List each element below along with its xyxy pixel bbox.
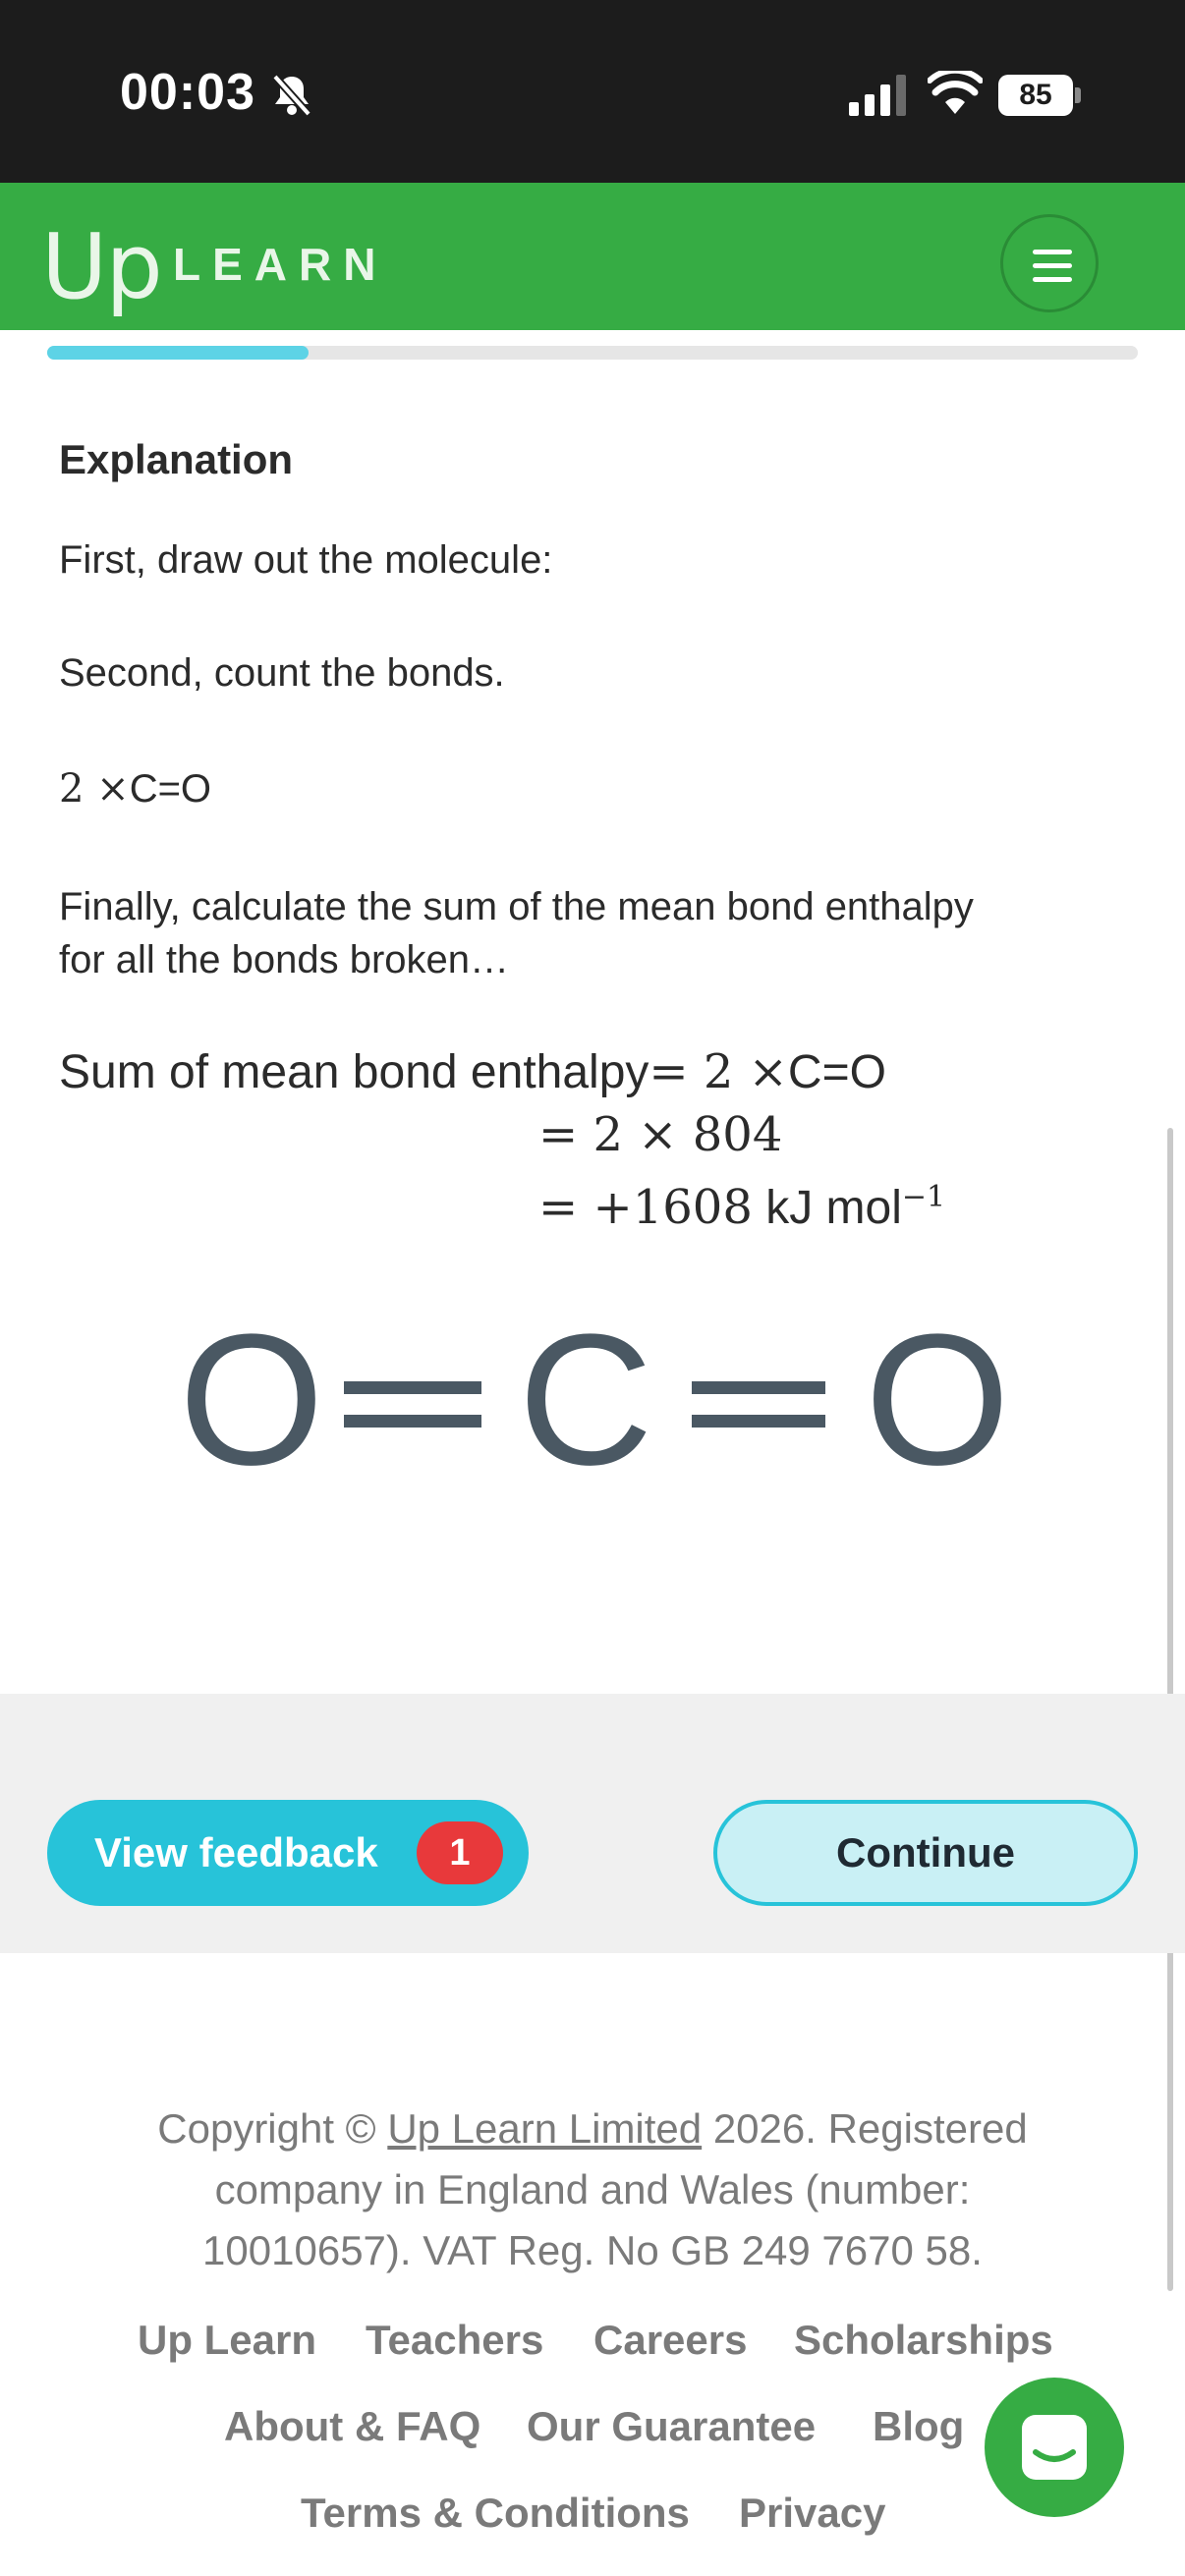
view-feedback-label: View feedback [94,1829,378,1876]
double-bond-line [692,1415,825,1428]
footer-link-scholarships[interactable]: Scholarships [794,2317,1053,2364]
progress-fill [47,346,310,360]
company-link[interactable]: Up Learn Limited [387,2105,702,2152]
explanation-heading: Explanation [59,436,294,482]
feedback-count-badge: 1 [417,1821,503,1884]
sum-eq3-math: = +1608 [538,1180,753,1235]
copyright-prefix: Copyright © [157,2105,376,2152]
battery-level: 85 [998,75,1073,116]
sum-eq3-exponent: −1 [901,1180,946,1214]
battery-indicator: 85 [998,75,1083,116]
atom-oxygen-right: O [865,1316,1010,1493]
menu-line [1033,263,1072,268]
chat-icon [1022,2415,1087,2480]
bond-count-multiplier: 2 × [59,766,130,812]
battery-nub [1075,87,1081,103]
step-two-text: Second, count the bonds. [59,651,505,695]
sum-equation-line1: Sum of mean bond enthalpy= 2 ×C=O [59,1045,886,1099]
logo-up-text: Up [41,214,163,319]
hamburger-menu-button[interactable] [1000,214,1099,312]
bond-count-bond: C=O [129,767,212,811]
footer-link-careers[interactable]: Careers [593,2317,747,2364]
continue-button[interactable]: Continue [713,1800,1138,1906]
atom-carbon: C [518,1316,652,1493]
co2-molecule-diagram: O C O [179,1316,1010,1493]
copyright-line1: Copyright © Up Learn Limited 2026. Regis… [98,2099,1087,2159]
sum-eq1-bond: C=O [787,1046,886,1098]
status-time: 00:03 [120,64,255,121]
double-bond-line [344,1381,481,1394]
footer-link-up-learn[interactable]: Up Learn [138,2317,316,2364]
chat-launcher-button[interactable] [985,2378,1124,2517]
step-three-line2: for all the bonds broken… [59,938,510,981]
double-bond-line [692,1381,825,1394]
footer-link-our-guarantee[interactable]: Our Guarantee [527,2403,816,2450]
sum-equation-line2: = 2 × 804 [538,1107,783,1162]
footer-link-terms[interactable]: Terms & Conditions [301,2490,690,2537]
bond-count: 2 ×C=O [59,762,211,815]
sum-equation-line3: = +1608 kJ mol−1 [538,1171,945,1235]
step-one-text: First, draw out the molecule: [59,538,553,582]
copyright-notice: Copyright © Up Learn Limited 2026. Regis… [98,2099,1087,2281]
footer-link-teachers[interactable]: Teachers [366,2317,543,2364]
copyright-line2: company in England and Wales (number: [214,2166,971,2212]
double-bond-line [344,1415,481,1428]
bell-muted-icon [272,74,311,117]
sum-eq3-unit: kJ mol [765,1182,902,1234]
copyright-line1-suffix: 2026. Registered [712,2105,1028,2152]
wifi-icon [928,71,983,114]
view-feedback-button[interactable]: View feedback 1 [47,1800,529,1906]
up-learn-logo[interactable]: Up LEARN [41,196,405,319]
sum-label: Sum of mean bond enthalpy [59,1046,649,1098]
logo-learn-text: LEARN [173,239,388,290]
signal-icon [849,75,906,116]
sum-eq1-math: = 2 × [649,1044,788,1099]
step-three-line1: Finally, calculate the sum of the mean b… [59,885,974,928]
footer-link-about-faq[interactable]: About & FAQ [224,2403,480,2450]
menu-line [1033,277,1072,282]
atom-oxygen-left: O [179,1316,324,1493]
footer-link-blog[interactable]: Blog [873,2403,964,2450]
copyright-line3: 10010657). VAT Reg. No GB 249 7670 58. [202,2227,983,2273]
footer-link-privacy[interactable]: Privacy [739,2490,885,2537]
menu-line [1033,250,1072,254]
